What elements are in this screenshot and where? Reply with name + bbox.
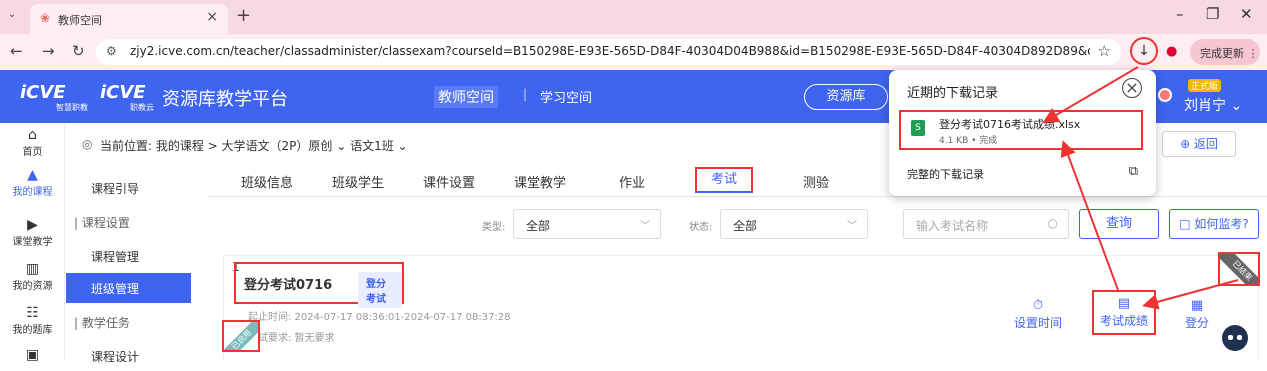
- arrow-score-to-file: [1060, 140, 1119, 291]
- arrow-ended-to-score: [1142, 279, 1239, 310]
- arrow-download-to-file: [1042, 66, 1139, 124]
- annotation-arrows: [1042, 66, 1239, 310]
